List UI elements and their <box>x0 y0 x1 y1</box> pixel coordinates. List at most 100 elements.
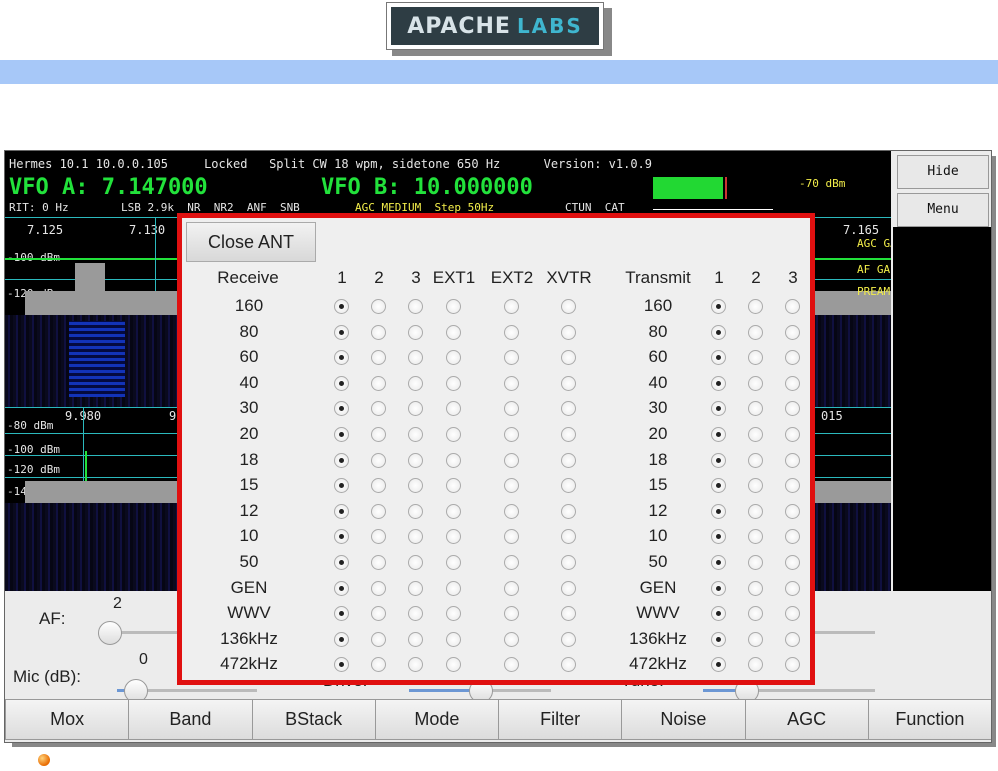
rx-antenna-radio[interactable] <box>371 503 386 519</box>
tx-antenna-radio[interactable] <box>748 580 763 596</box>
rx-antenna-radio[interactable] <box>561 580 576 596</box>
rx-antenna-radio[interactable] <box>371 427 386 442</box>
tx-antenna-radio[interactable] <box>785 427 800 442</box>
agc-gain-slider-track[interactable] <box>811 631 875 634</box>
rx-antenna-radio[interactable] <box>504 427 519 442</box>
rx-antenna-radio[interactable] <box>561 631 576 647</box>
agc-button[interactable]: AGC <box>744 699 869 740</box>
rx-antenna-radio[interactable] <box>408 503 423 519</box>
tx-antenna-radio[interactable] <box>748 350 763 366</box>
tx-antenna-radio[interactable] <box>711 657 726 673</box>
tx-antenna-radio[interactable] <box>711 427 726 442</box>
rx-antenna-radio[interactable] <box>561 503 576 519</box>
rx-antenna-radio[interactable] <box>504 580 519 596</box>
rx-antenna-radio[interactable] <box>504 299 519 314</box>
rx-antenna-radio[interactable] <box>334 555 349 570</box>
rx-antenna-radio[interactable] <box>371 401 386 417</box>
tx-antenna-radio[interactable] <box>748 657 763 673</box>
tx-antenna-radio[interactable] <box>748 324 763 340</box>
rx-antenna-radio[interactable] <box>446 580 461 596</box>
rx-antenna-radio[interactable] <box>334 401 349 417</box>
tx-antenna-radio[interactable] <box>785 375 800 391</box>
rx-antenna-radio[interactable] <box>371 631 386 647</box>
rx-antenna-radio[interactable] <box>504 401 519 417</box>
rx-antenna-radio[interactable] <box>371 324 386 340</box>
rx-antenna-radio[interactable] <box>561 657 576 673</box>
rx-antenna-radio[interactable] <box>371 657 386 673</box>
rx-antenna-radio[interactable] <box>334 631 349 647</box>
tx-antenna-radio[interactable] <box>711 350 726 366</box>
rx-antenna-radio[interactable] <box>446 350 461 366</box>
tx-antenna-radio[interactable] <box>785 657 800 673</box>
rx-antenna-radio[interactable] <box>408 452 423 468</box>
tx-antenna-radio[interactable] <box>711 555 726 570</box>
tx-antenna-radio[interactable] <box>748 503 763 519</box>
menu-button[interactable]: Menu <box>897 193 989 227</box>
rx-antenna-radio[interactable] <box>334 657 349 673</box>
rx-antenna-radio[interactable] <box>446 631 461 647</box>
rx-antenna-radio[interactable] <box>504 350 519 366</box>
rx-antenna-radio[interactable] <box>408 657 423 673</box>
rx-antenna-radio[interactable] <box>504 324 519 340</box>
mode-button[interactable]: Mode <box>374 699 499 740</box>
tx-antenna-radio[interactable] <box>785 401 800 417</box>
rx-antenna-radio[interactable] <box>334 503 349 519</box>
tx-antenna-radio[interactable] <box>748 478 763 494</box>
tx-antenna-radio[interactable] <box>748 452 763 468</box>
rx-antenna-radio[interactable] <box>561 401 576 417</box>
tx-antenna-radio[interactable] <box>785 452 800 468</box>
rx-antenna-radio[interactable] <box>334 529 349 545</box>
tx-antenna-radio[interactable] <box>748 555 763 570</box>
rx-antenna-radio[interactable] <box>371 606 386 622</box>
hide-button[interactable]: Hide <box>897 155 989 189</box>
rx-antenna-radio[interactable] <box>446 427 461 442</box>
rx-antenna-radio[interactable] <box>446 555 461 570</box>
tune-slider-track[interactable] <box>741 689 875 692</box>
rx-antenna-radio[interactable] <box>504 529 519 545</box>
tx-antenna-radio[interactable] <box>748 401 763 417</box>
tx-antenna-radio[interactable] <box>711 503 726 519</box>
rx-antenna-radio[interactable] <box>408 299 423 314</box>
tx-antenna-radio[interactable] <box>785 478 800 494</box>
tx-antenna-radio[interactable] <box>748 375 763 391</box>
tx-antenna-radio[interactable] <box>785 503 800 519</box>
rx-antenna-radio[interactable] <box>334 299 349 314</box>
rx-antenna-radio[interactable] <box>561 606 576 622</box>
af-slider-track[interactable] <box>117 631 183 634</box>
rx-antenna-radio[interactable] <box>408 529 423 545</box>
rx-antenna-radio[interactable] <box>334 452 349 468</box>
rx-antenna-radio[interactable] <box>334 375 349 391</box>
tx-antenna-radio[interactable] <box>785 350 800 366</box>
af-slider-knob[interactable] <box>97 621 122 645</box>
tx-antenna-radio[interactable] <box>711 324 726 340</box>
band-button[interactable]: Band <box>128 699 253 740</box>
tx-antenna-radio[interactable] <box>785 631 800 647</box>
rx-antenna-radio[interactable] <box>371 478 386 494</box>
rx-antenna-radio[interactable] <box>446 606 461 622</box>
rx-antenna-radio[interactable] <box>371 555 386 570</box>
rx-antenna-radio[interactable] <box>408 375 423 391</box>
tx-antenna-radio[interactable] <box>785 580 800 596</box>
tx-antenna-radio[interactable] <box>711 606 726 622</box>
rx-antenna-radio[interactable] <box>334 324 349 340</box>
rx-antenna-radio[interactable] <box>408 631 423 647</box>
function-button[interactable]: Function <box>867 699 991 740</box>
rit-readout[interactable]: RIT: 0 Hz <box>9 201 69 214</box>
filter-button[interactable]: Filter <box>498 699 623 740</box>
rx-antenna-radio[interactable] <box>561 478 576 494</box>
tx-antenna-radio[interactable] <box>785 529 800 545</box>
tx-antenna-radio[interactable] <box>785 606 800 622</box>
tx-antenna-radio[interactable] <box>711 631 726 647</box>
tx-antenna-radio[interactable] <box>711 580 726 596</box>
rx-antenna-radio[interactable] <box>561 350 576 366</box>
tx-antenna-radio[interactable] <box>711 529 726 545</box>
rx-antenna-radio[interactable] <box>371 529 386 545</box>
rx-antenna-radio[interactable] <box>334 350 349 366</box>
rx-antenna-radio[interactable] <box>334 427 349 442</box>
rx-antenna-radio[interactable] <box>561 555 576 570</box>
rx-antenna-radio[interactable] <box>504 631 519 647</box>
tx-antenna-radio[interactable] <box>711 375 726 391</box>
tx-antenna-radio[interactable] <box>785 324 800 340</box>
noise-button[interactable]: Noise <box>621 699 746 740</box>
rx-antenna-radio[interactable] <box>561 529 576 545</box>
